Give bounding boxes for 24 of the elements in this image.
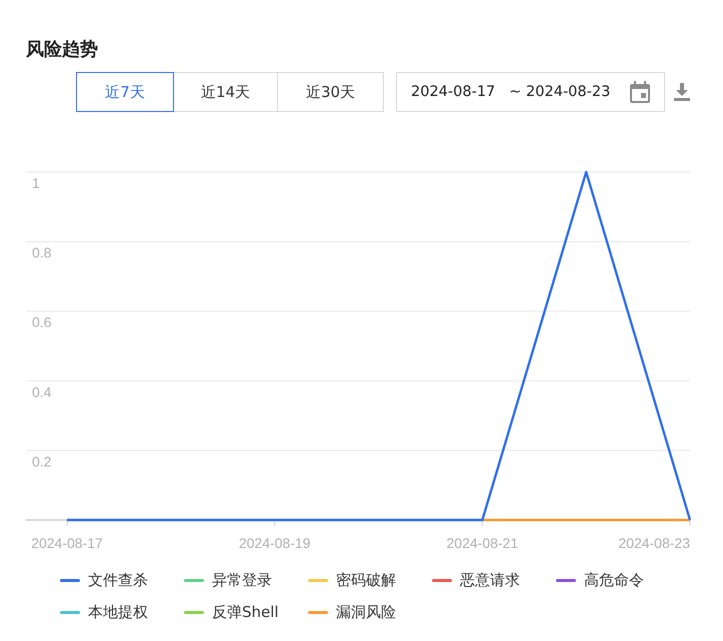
range-tab[interactable]: 近14天 — [173, 72, 278, 112]
legend-label[interactable]: 高危命令 — [584, 570, 644, 590]
x-axis-label: 2024-08-19 — [238, 535, 310, 551]
legend-label[interactable]: 密码破解 — [336, 570, 396, 590]
date-range-field[interactable]: 2024-08-17 ~ 2024-08-23 — [396, 72, 665, 112]
y-axis-label: 0.4 — [32, 384, 52, 400]
x-axis-label: 2024-08-17 — [31, 535, 103, 551]
legend-label[interactable]: 漏洞风险 — [336, 602, 396, 622]
y-axis-label: 0.2 — [32, 453, 52, 470]
y-axis-label: 1 — [32, 175, 40, 191]
download-icon[interactable] — [674, 83, 690, 101]
calendar-icon — [630, 81, 650, 103]
range-tab[interactable]: 近7天 — [76, 72, 174, 112]
section-title: 风险趋势 — [26, 38, 99, 62]
y-axis-label: 0.6 — [32, 314, 52, 330]
legend-label[interactable]: 反弹Shell — [212, 602, 279, 622]
x-axis-label: 2024-08-21 — [446, 535, 518, 551]
legend-label[interactable]: 文件查杀 — [88, 570, 148, 590]
y-axis-label: 0.8 — [32, 244, 52, 261]
legend-label[interactable]: 异常登录 — [212, 570, 272, 590]
legend-label[interactable]: 本地提权 — [88, 602, 148, 622]
range-tab[interactable]: 近30天 — [277, 72, 384, 112]
x-axis-label: 2024-08-23 — [618, 535, 690, 551]
legend-label[interactable]: 恶意请求 — [460, 570, 520, 590]
